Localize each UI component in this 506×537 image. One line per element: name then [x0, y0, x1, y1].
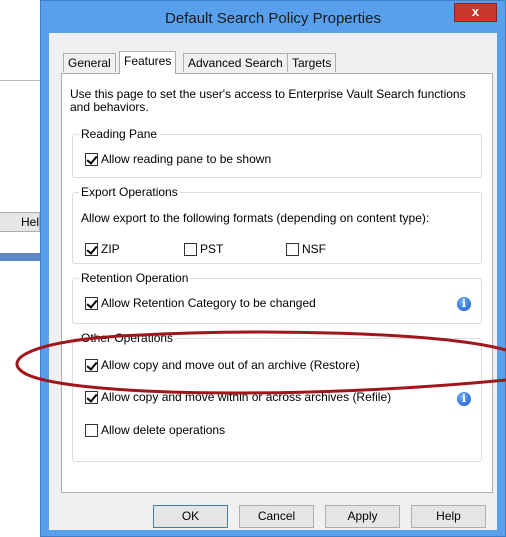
checkbox-box[interactable]: [286, 242, 299, 256]
export-description: Allow export to the following formats (d…: [81, 211, 430, 225]
background-help-button[interactable]: Hel: [0, 212, 40, 232]
reading-pane-group-label: Reading Pane: [79, 127, 160, 141]
checkbox-box[interactable]: [85, 358, 98, 372]
dialog-title: Default Search Policy Properties: [165, 10, 381, 27]
dialog-client-area: General Features Advanced Search Targets…: [49, 33, 497, 530]
features-panel: Use this page to set the user's access t…: [61, 73, 493, 493]
export-nsf-checkbox[interactable]: NSF: [286, 242, 326, 256]
allow-restore-checkbox[interactable]: Allow copy and move out of an archive (R…: [85, 358, 360, 372]
checkbox-box[interactable]: [184, 242, 197, 256]
export-zip-checkbox[interactable]: ZIP: [85, 242, 120, 256]
intro-text: Use this page to set the user's access t…: [70, 87, 466, 114]
export-group-label: Export Operations: [79, 185, 180, 199]
info-icon[interactable]: i: [457, 392, 471, 406]
tab-advanced-search[interactable]: Advanced Search: [183, 53, 288, 72]
checkbox-label: Allow reading pane to be shown: [101, 152, 272, 166]
info-icon[interactable]: i: [457, 297, 471, 311]
checkbox-box[interactable]: [85, 423, 98, 437]
export-operations-group: Export Operations Allow export to the fo…: [72, 185, 482, 264]
tab-targets[interactable]: Targets: [287, 53, 337, 72]
checkbox-box[interactable]: [85, 242, 98, 256]
allow-refile-checkbox[interactable]: Allow copy and move within or across arc…: [85, 390, 391, 404]
cancel-button[interactable]: Cancel: [239, 505, 314, 528]
other-operations-group: Other Operations Allow copy and move out…: [72, 331, 482, 462]
close-button[interactable]: x: [454, 3, 497, 22]
allow-delete-checkbox[interactable]: Allow delete operations: [85, 423, 225, 437]
checkbox-label: Allow Retention Category to be changed: [101, 296, 316, 310]
retention-operation-group: Retention Operation Allow Retention Cate…: [72, 271, 482, 324]
tab-features[interactable]: Features: [119, 51, 177, 74]
reading-pane-group: Reading Pane Allow reading pane to be sh…: [72, 127, 482, 178]
checkbox-label: NSF: [302, 242, 326, 256]
export-pst-checkbox[interactable]: PST: [184, 242, 223, 256]
ok-button[interactable]: OK: [153, 505, 228, 528]
apply-button[interactable]: Apply: [325, 505, 400, 528]
retention-group-label: Retention Operation: [79, 271, 191, 285]
checkbox-box[interactable]: [85, 296, 98, 310]
checkbox-label: Allow delete operations: [101, 423, 226, 437]
checkbox-box[interactable]: [85, 390, 98, 404]
checkbox-label: ZIP: [101, 242, 120, 256]
checkbox-box[interactable]: [85, 152, 98, 166]
checkbox-label: PST: [200, 242, 224, 256]
checkbox-label: Allow copy and move out of an archive (R…: [101, 358, 360, 372]
allow-reading-pane-checkbox[interactable]: Allow reading pane to be shown: [85, 152, 271, 166]
checkbox-label: Allow copy and move within or across arc…: [101, 390, 392, 404]
properties-dialog: Default Search Policy Properties x Gener…: [40, 0, 506, 537]
tab-general[interactable]: General: [63, 53, 116, 72]
other-group-label: Other Operations: [79, 331, 176, 345]
background-window-divider: [0, 80, 40, 81]
allow-retention-change-checkbox[interactable]: Allow Retention Category to be changed: [85, 296, 316, 310]
help-button[interactable]: Help: [411, 505, 486, 528]
title-bar: Default Search Policy Properties x: [41, 1, 505, 33]
background-window-bar: [0, 253, 40, 261]
